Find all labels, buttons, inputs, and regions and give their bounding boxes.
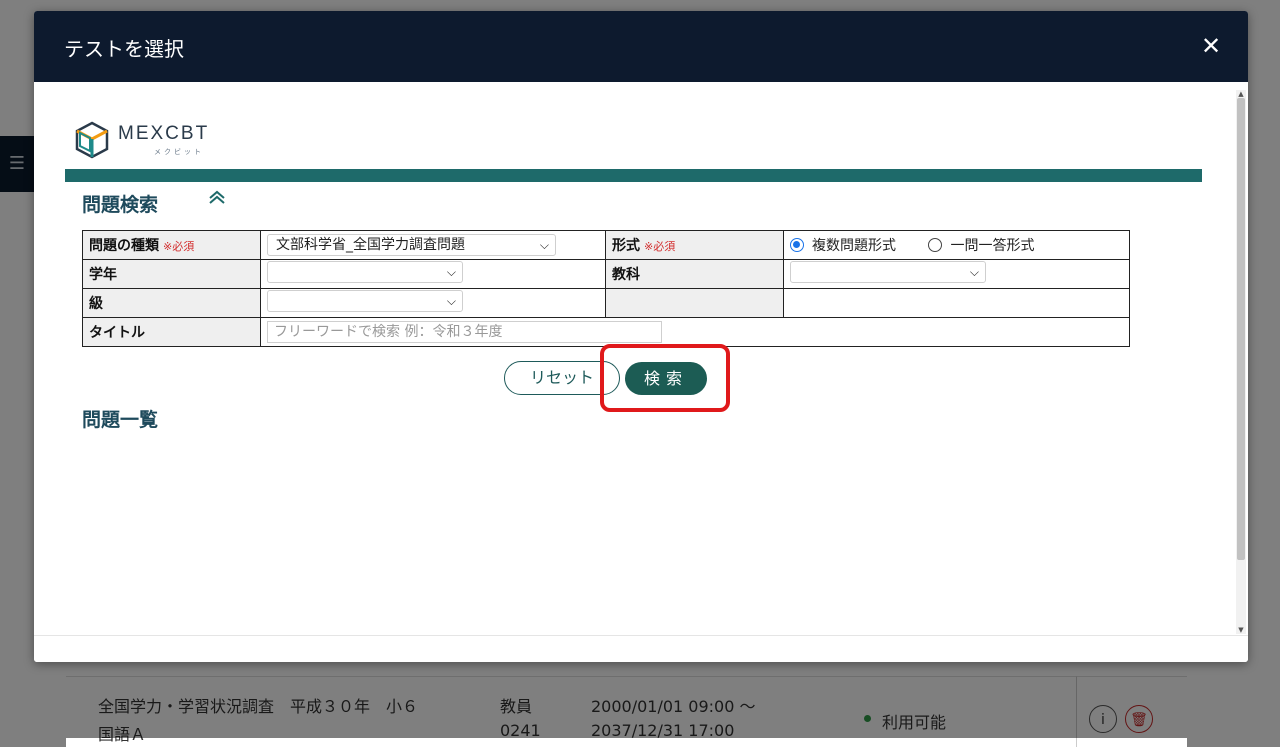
search-form-table: 問題の種類 ※必須 文部科学省_全国学力調査問題 ⌵ 形式 ※必須 複数問題形式 一… xyxy=(82,230,1130,347)
grade-label: 学年 xyxy=(89,267,117,283)
empty-label-cell xyxy=(605,288,784,318)
format-label-cell: 形式 ※必須 xyxy=(605,230,784,260)
mexcbt-logo: MEXCBT メクビット xyxy=(74,121,234,161)
modal-body: MEXCBT メクビット 問題検索 問題の種類 ※必須 文部科学省_全国学力調査問… xyxy=(34,82,1248,635)
problem-type-select[interactable]: 文部科学省_全国学力調査問題 ⌵ xyxy=(267,234,556,256)
modal-scrollbar[interactable]: ▲ ▼ xyxy=(1236,90,1246,634)
level-label: 級 xyxy=(89,296,103,312)
title-label-cell: タイトル xyxy=(82,317,261,347)
modal-title: テストを選択 xyxy=(64,37,184,61)
radio-single-format[interactable] xyxy=(928,238,943,252)
title-search-input[interactable]: フリーワードで検索 例：令和３年度 xyxy=(267,321,662,343)
close-icon[interactable]: ✕ xyxy=(1196,31,1226,61)
level-select[interactable]: ⌵ xyxy=(267,290,463,312)
form-row: 級 ⌵ xyxy=(82,288,1130,318)
format-cell: 複数問題形式 一問一答形式 xyxy=(783,230,1130,260)
grade-label-cell: 学年 xyxy=(82,259,261,289)
subject-select[interactable]: ⌵ xyxy=(790,261,986,283)
scroll-down-icon[interactable]: ▼ xyxy=(1236,626,1246,634)
scroll-up-icon[interactable]: ▲ xyxy=(1236,90,1246,98)
modal-footer xyxy=(34,635,1248,662)
search-section-title: 問題検索 xyxy=(82,194,159,216)
form-row: タイトル フリーワードで検索 例：令和３年度 xyxy=(82,317,1130,347)
format-label: 形式 xyxy=(612,238,640,254)
title-cell: フリーワードで検索 例：令和３年度 xyxy=(260,317,1130,347)
problem-type-value: 文部科学省_全国学力調査問題 xyxy=(276,237,465,253)
subject-label: 教科 xyxy=(612,267,640,283)
level-label-cell: 級 xyxy=(82,288,261,318)
form-row: 問題の種類 ※必須 文部科学省_全国学力調査問題 ⌵ 形式 ※必須 複数問題形式 一… xyxy=(82,230,1130,260)
chevron-down-icon: ⌵ xyxy=(969,265,979,279)
cube-logo-icon xyxy=(75,121,109,159)
empty-cell xyxy=(783,288,1130,318)
level-cell: ⌵ xyxy=(260,288,606,318)
double-chevron-up-icon[interactable] xyxy=(207,189,227,207)
title-label: タイトル xyxy=(89,325,145,341)
problem-type-label-cell: 問題の種類 ※必須 xyxy=(82,230,261,260)
header-divider xyxy=(65,169,1202,182)
modal-header: テストを選択 ✕ xyxy=(34,11,1248,82)
subject-label-cell: 教科 xyxy=(605,259,784,289)
required-mark: ※必須 xyxy=(163,240,195,253)
select-test-modal: テストを選択 ✕ MEXCBT メクビット 問題検索 問題の種類 ※必須 文部科… xyxy=(34,11,1248,662)
chevron-down-icon: ⌵ xyxy=(539,238,549,252)
radio-multi-format[interactable] xyxy=(790,238,804,252)
radio-multi-format-label[interactable]: 複数問題形式 xyxy=(812,238,896,254)
subject-cell: ⌵ xyxy=(783,259,1130,289)
form-row: 学年 ⌵ 教科 ⌵ xyxy=(82,259,1130,289)
radio-single-format-label[interactable]: 一問一答形式 xyxy=(950,238,1034,254)
result-list-title: 問題一覧 xyxy=(82,409,159,431)
grade-select[interactable]: ⌵ xyxy=(267,261,463,283)
required-mark: ※必須 xyxy=(644,240,676,253)
logo-subtext: メクビット xyxy=(154,148,204,156)
chevron-down-icon: ⌵ xyxy=(446,265,456,279)
grade-cell: ⌵ xyxy=(260,259,606,289)
problem-type-label: 問題の種類 xyxy=(89,238,159,254)
chevron-down-icon: ⌵ xyxy=(446,294,456,308)
problem-type-cell: 文部科学省_全国学力調査問題 ⌵ xyxy=(260,230,606,260)
logo-text: MEXCBT xyxy=(118,123,210,144)
highlight-box xyxy=(600,344,730,412)
scrollbar-thumb[interactable] xyxy=(1237,98,1245,560)
